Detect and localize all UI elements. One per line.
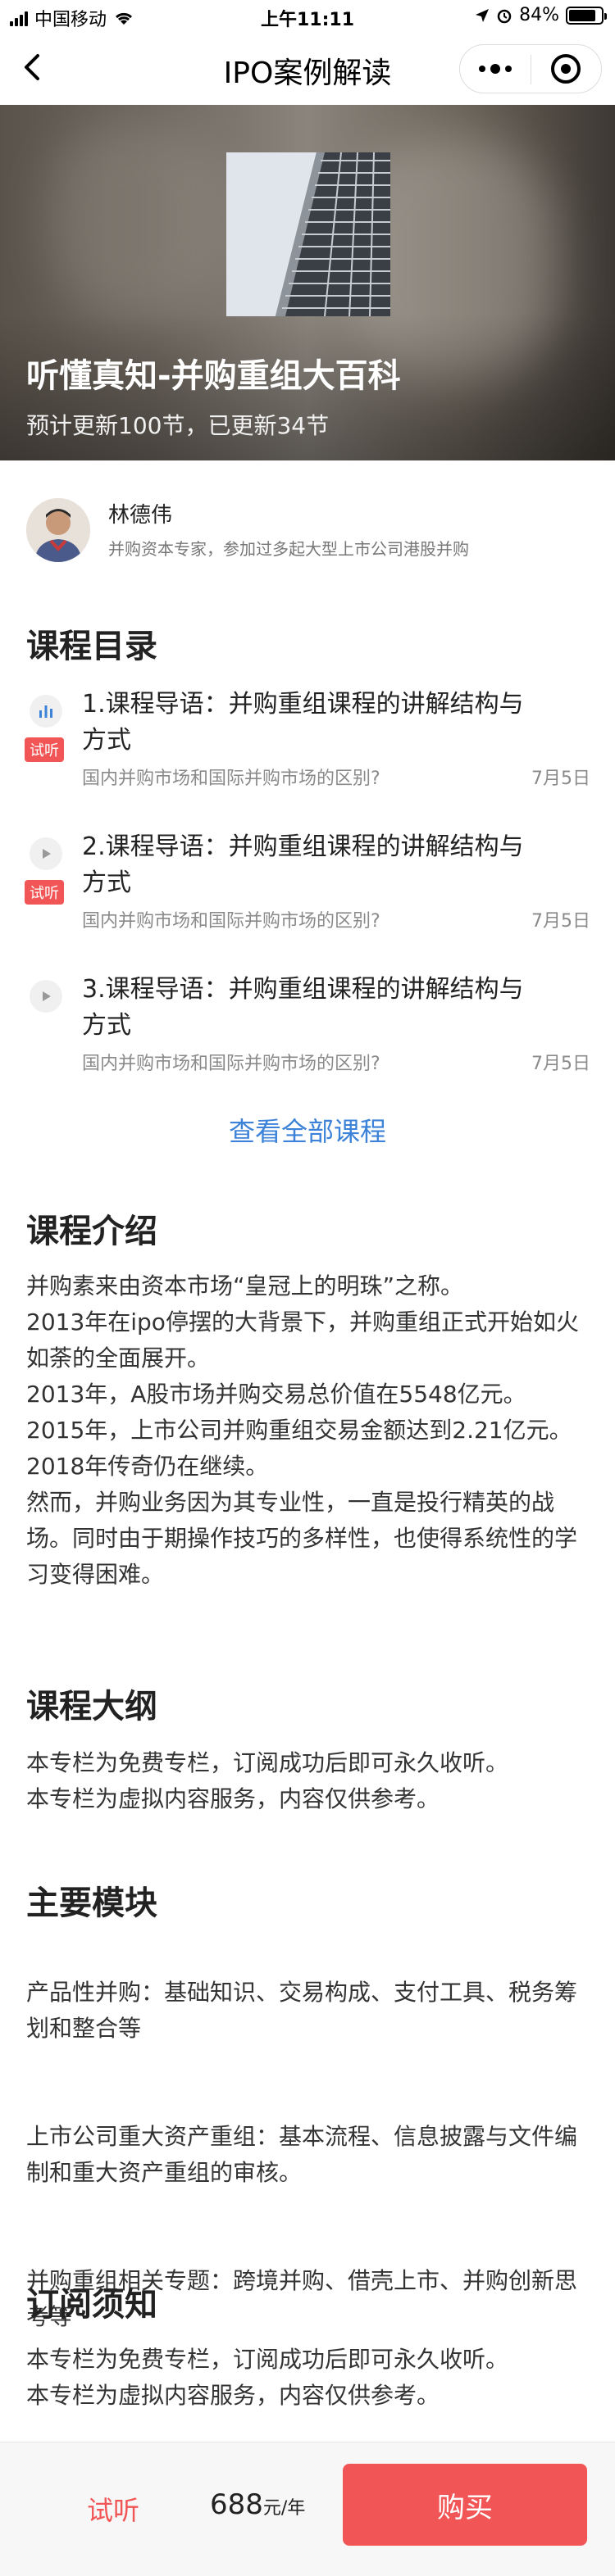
module-item: 产品性并购：基础知识、交易构成、支付工具、税务筹划和整合等 [26, 1979, 578, 2042]
module-item: 上市公司重大资产重组：基本流程、信息披露与文件编制和重大资产重组的审核。 [26, 2123, 578, 2186]
trial-button[interactable]: 试听 [87, 2490, 139, 2528]
alarm-icon [497, 9, 512, 23]
play-icon [30, 837, 62, 870]
price-unit: 元/年 [262, 2498, 306, 2519]
modules-list: 产品性并购：基础知识、交易构成、支付工具、税务筹划和整合等 上市公司重大资产重组… [26, 1939, 592, 2407]
course-item[interactable]: 试听 1.课程导语：并购重组课程的讲解结构与方式 国内并购市场和国际并购市场的区… [0, 680, 615, 819]
price-value: 688 [210, 2488, 263, 2521]
author-description: 并购资本专家，参加过多起大型上市公司港股并购 [108, 539, 469, 559]
avatar [26, 498, 90, 562]
course-item[interactable]: 试听 2.课程导语：并购重组课程的讲解结构与方式 国内并购市场和国际并购市场的区… [0, 823, 615, 962]
location-arrow-icon [476, 8, 490, 22]
course-item-date: 7月5日 [531, 911, 590, 932]
course-hero: 听懂真知-并购重组大百科 预计更新100节，已更新34节 [0, 105, 615, 460]
play-icon [30, 980, 62, 1013]
course-item-title: 1.课程导语：并购重组课程的讲解结构与方式 [82, 690, 524, 755]
price: 688元/年 [210, 2488, 305, 2521]
battery-percent: 84% [519, 5, 559, 25]
target-close-icon [551, 54, 581, 84]
purchase-bar: 试听 688元/年 购买 [0, 2442, 615, 2576]
outline-title: 课程大纲 [26, 1688, 157, 1726]
modules-title: 主要模块 [26, 1884, 157, 1922]
mini-program-capsule [459, 44, 602, 93]
outline-text: 本专栏为免费专栏，订阅成功后即可永久收听。 本专栏为虚拟内容服务，内容仅供参考。 [26, 1749, 509, 1812]
author-name: 林德伟 [108, 503, 173, 528]
notice-title: 订阅须知 [26, 2286, 157, 2324]
battery-fill [569, 9, 595, 21]
view-all-courses-link[interactable]: 查看全部课程 [0, 1111, 615, 1149]
more-button[interactable] [460, 45, 531, 93]
intro-text: 并购素来由资本市场“皇冠上的明珠”之称。 2013年在ipo停摆的大背景下，并购… [26, 1272, 579, 1588]
course-item-subtitle: 国内并购市场和国际并购市场的区别? [82, 911, 380, 932]
course-item-subtitle: 国内并购市场和国际并购市场的区别? [82, 769, 380, 789]
status-bar: 中国移动 上午11:11 84% [0, 0, 615, 33]
trial-badge: 试听 [25, 880, 64, 905]
close-button[interactable] [531, 45, 602, 93]
notice-text: 本专栏为免费专栏，订阅成功后即可永久收听。 本专栏为虚拟内容服务，内容仅供参考。 [26, 2346, 509, 2409]
bars-icon [30, 695, 62, 728]
nav-bar: IPO案例解读 [0, 33, 615, 105]
course-item-date: 7月5日 [531, 769, 590, 789]
course-cover-image [226, 152, 390, 316]
more-dots-icon [478, 64, 512, 74]
buy-button[interactable]: 购买 [343, 2464, 587, 2546]
course-update-status: 预计更新100节，已更新34节 [26, 412, 330, 439]
status-right: 84% [475, 5, 607, 25]
course-item-title: 3.课程导语：并购重组课程的讲解结构与方式 [82, 975, 524, 1040]
course-item-date: 7月5日 [531, 1054, 590, 1074]
course-item[interactable]: 3.课程导语：并购重组课程的讲解结构与方式 国内并购市场和国际并购市场的区别? … [0, 965, 615, 1104]
author-card[interactable]: 林德伟 并购资本专家，参加过多起大型上市公司港股并购 [0, 460, 615, 583]
building-image [226, 152, 390, 316]
trial-badge: 试听 [25, 737, 64, 762]
course-title: 听懂真知-并购重组大百科 [26, 357, 401, 395]
course-item-title: 2.课程导语：并购重组课程的讲解结构与方式 [82, 832, 524, 897]
catalog-title: 课程目录 [26, 628, 157, 665]
battery-icon [566, 6, 607, 25]
intro-title: 课程介绍 [26, 1213, 157, 1250]
course-item-subtitle: 国内并购市场和国际并购市场的区别? [82, 1054, 380, 1074]
